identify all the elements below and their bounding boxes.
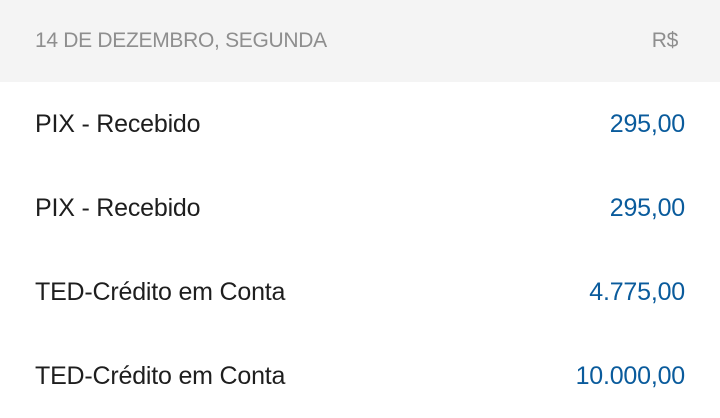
transaction-amount: 295,00 xyxy=(609,109,685,138)
transaction-description: TED-Crédito em Conta xyxy=(35,361,286,390)
transaction-amount: 10.000,00 xyxy=(575,361,686,390)
currency-label: R$ xyxy=(651,29,679,52)
transaction-row[interactable]: TED-Crédito em Conta 4.775,00 xyxy=(0,250,720,334)
transaction-list: PIX - Recebido 295,00 PIX - Recebido 295… xyxy=(0,82,720,418)
transaction-row[interactable]: PIX - Recebido 295,00 xyxy=(0,166,720,250)
date-header: 14 DE DEZEMBRO, SEGUNDA R$ xyxy=(0,0,720,82)
transaction-description: PIX - Recebido xyxy=(35,109,201,138)
transaction-amount: 4.775,00 xyxy=(589,277,685,306)
transaction-row[interactable]: PIX - Recebido 295,00 xyxy=(0,82,720,166)
date-label: 14 DE DEZEMBRO, SEGUNDA xyxy=(35,29,327,52)
transaction-description: PIX - Recebido xyxy=(35,193,201,222)
transaction-amount: 295,00 xyxy=(609,193,685,222)
transaction-row[interactable]: TED-Crédito em Conta 10.000,00 xyxy=(0,334,720,418)
transaction-description: TED-Crédito em Conta xyxy=(35,277,286,306)
